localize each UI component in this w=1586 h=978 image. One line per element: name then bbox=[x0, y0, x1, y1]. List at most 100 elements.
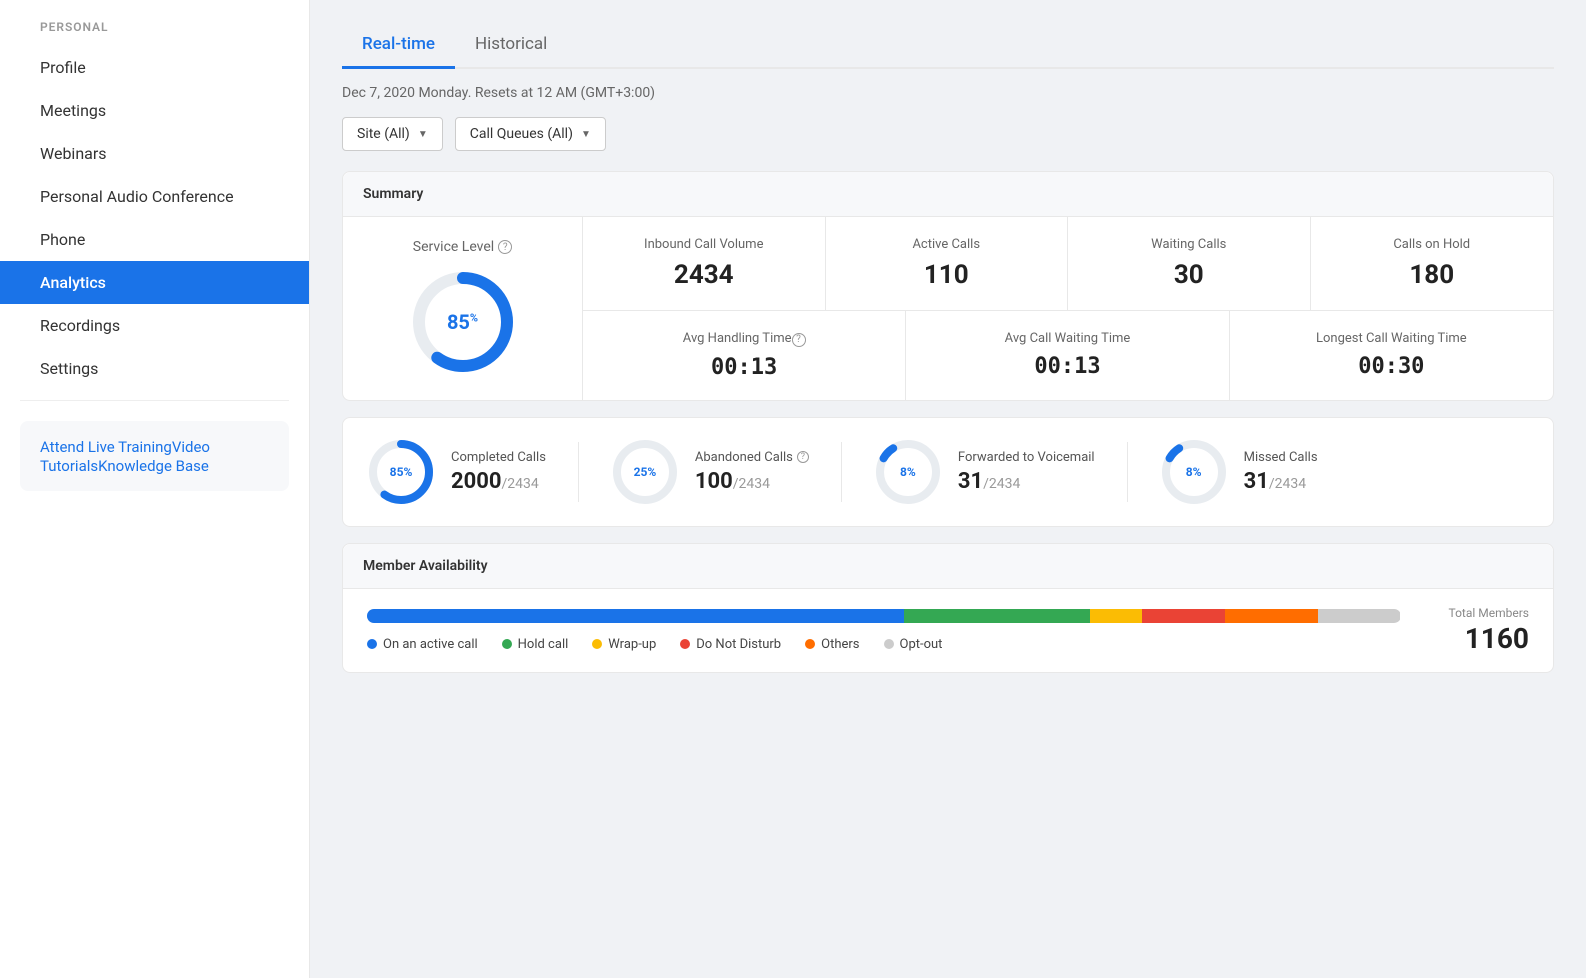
legend-label-do-not-disturb: Do Not Disturb bbox=[696, 637, 781, 652]
metric-donut-label-forwarded-to-voicemail: 8% bbox=[900, 465, 916, 479]
tab-historical[interactable]: Historical bbox=[455, 24, 567, 69]
total-members-value: 1160 bbox=[1449, 622, 1530, 655]
metric-item-completed-calls: 85% Completed Calls 2000/2434 bbox=[367, 438, 546, 506]
metric-value-abandoned-calls: 100/2434 bbox=[695, 469, 809, 494]
metric-title-forwarded-to-voicemail: Forwarded to Voicemail bbox=[958, 450, 1095, 465]
sidebar-section-label: PERSONAL bbox=[0, 20, 309, 46]
abandoned-calls-info-icon[interactable]: ? bbox=[797, 451, 809, 463]
metrics-card: 85% Completed Calls 2000/2434 25% Abando… bbox=[342, 417, 1554, 527]
stat-value-longest-call-waiting-time: 00:30 bbox=[1246, 354, 1537, 379]
sidebar-link-attend-live-training[interactable]: Attend Live Training bbox=[40, 438, 172, 456]
stat-inbound-call-volume: Inbound Call Volume 2434 bbox=[583, 217, 826, 310]
legend-label-others: Others bbox=[821, 637, 859, 652]
chevron-down-icon: ▼ bbox=[418, 129, 428, 140]
metric-total-abandoned-calls: /2434 bbox=[733, 476, 770, 492]
summary-top: Service Level ? 85% Inbound Call Volume … bbox=[343, 217, 1553, 400]
stat-value-avg-call-waiting-time: 00:13 bbox=[922, 354, 1212, 379]
bar-segment-opt-out bbox=[1318, 609, 1401, 623]
metric-divider-1 bbox=[578, 442, 579, 502]
metric-donut-completed-calls: 85% bbox=[367, 438, 435, 506]
service-level-text: Service Level bbox=[413, 239, 494, 255]
availability-title: Member Availability bbox=[343, 544, 1553, 589]
legend-label-opt-out: Opt-out bbox=[900, 637, 943, 652]
sidebar-item-settings[interactable]: Settings bbox=[0, 347, 309, 390]
availability-bar bbox=[367, 609, 1401, 623]
metric-divider-2 bbox=[841, 442, 842, 502]
legend-item-active-call: On an active call bbox=[367, 637, 478, 652]
sidebar-link-knowledge-base[interactable]: Knowledge Base bbox=[98, 457, 209, 475]
stat-value-calls-on-hold: 180 bbox=[1327, 260, 1538, 290]
metric-text-missed-calls: Missed Calls 31/2434 bbox=[1244, 450, 1318, 494]
filter-label-call-queues: Call Queues (All) bbox=[470, 126, 573, 142]
metric-donut-forwarded-to-voicemail: 8% bbox=[874, 438, 942, 506]
stat-value-active-calls: 110 bbox=[842, 260, 1052, 290]
sidebar-item-profile[interactable]: Profile bbox=[0, 46, 309, 89]
metric-title-completed-calls: Completed Calls bbox=[451, 450, 546, 465]
service-level-box: Service Level ? 85% bbox=[343, 217, 583, 400]
tabs: Real-timeHistorical bbox=[342, 24, 1554, 69]
availability-bar-wrap: On an active call Hold call Wrap-up Do N… bbox=[343, 589, 1425, 672]
metric-text-abandoned-calls: Abandoned Calls? 100/2434 bbox=[695, 450, 809, 494]
metric-value-missed-calls: 31/2434 bbox=[1244, 469, 1318, 494]
metric-title-abandoned-calls: Abandoned Calls? bbox=[695, 450, 809, 465]
sidebar-item-personal-audio-conference[interactable]: Personal Audio Conference bbox=[0, 175, 309, 218]
sidebar: PERSONAL ProfileMeetingsWebinarsPersonal… bbox=[0, 0, 310, 978]
sidebar-item-phone[interactable]: Phone bbox=[0, 218, 309, 261]
stat-value-waiting-calls: 30 bbox=[1084, 260, 1294, 290]
summary-title: Summary bbox=[343, 172, 1553, 217]
stat-avg-call-waiting-time: Avg Call Waiting Time 00:13 bbox=[906, 311, 1229, 400]
stat-label-waiting-calls: Waiting Calls bbox=[1084, 237, 1294, 252]
metric-divider-3 bbox=[1127, 442, 1128, 502]
metric-donut-label-missed-calls: 8% bbox=[1186, 465, 1202, 479]
main-content: Real-timeHistorical Dec 7, 2020 Monday. … bbox=[310, 0, 1586, 978]
stat-value-avg-handling-time: 00:13 bbox=[599, 355, 889, 380]
legend-item-do-not-disturb: Do Not Disturb bbox=[680, 637, 781, 652]
sidebar-item-meetings[interactable]: Meetings bbox=[0, 89, 309, 132]
legend-item-hold-call: Hold call bbox=[502, 637, 569, 652]
service-level-label: Service Level ? bbox=[413, 239, 512, 255]
metric-donut-missed-calls: 8% bbox=[1160, 438, 1228, 506]
metric-donut-label-abandoned-calls: 25% bbox=[634, 465, 657, 479]
stat-value-inbound-call-volume: 2434 bbox=[599, 260, 809, 290]
stat-label-calls-on-hold: Calls on Hold bbox=[1327, 237, 1538, 252]
filter-site[interactable]: Site (All) ▼ bbox=[342, 117, 443, 151]
service-level-info-icon[interactable]: ? bbox=[498, 240, 512, 254]
avg-handling-time-info-icon[interactable]: ? bbox=[792, 333, 806, 347]
metric-item-forwarded-to-voicemail: 8% Forwarded to Voicemail 31/2434 bbox=[874, 438, 1095, 506]
availability-card: Member Availability On an active call Ho… bbox=[342, 543, 1554, 673]
stat-avg-handling-time: Avg Handling Time? 00:13 bbox=[583, 311, 906, 400]
bar-segment-do-not-disturb bbox=[1142, 609, 1225, 623]
metric-value-completed-calls: 2000/2434 bbox=[451, 469, 546, 494]
summary-right: Inbound Call Volume 2434Active Calls 110… bbox=[583, 217, 1553, 400]
legend-dot-opt-out bbox=[884, 639, 894, 649]
stat-longest-call-waiting-time: Longest Call Waiting Time 00:30 bbox=[1230, 311, 1553, 400]
stat-label-longest-call-waiting-time: Longest Call Waiting Time bbox=[1246, 331, 1537, 346]
service-level-value: 85% bbox=[447, 310, 478, 334]
metric-total-forwarded-to-voicemail: /2434 bbox=[983, 476, 1020, 492]
availability-total: Total Members 1160 bbox=[1425, 590, 1554, 671]
tab-realtime[interactable]: Real-time bbox=[342, 24, 455, 69]
stat-calls-on-hold: Calls on Hold 180 bbox=[1311, 217, 1554, 310]
sidebar-links-box: Attend Live TrainingVideo TutorialsKnowl… bbox=[20, 421, 289, 491]
legend-label-hold-call: Hold call bbox=[518, 637, 569, 652]
sidebar-item-webinars[interactable]: Webinars bbox=[0, 132, 309, 175]
legend-label-wrap-up: Wrap-up bbox=[608, 637, 656, 652]
legend-item-others: Others bbox=[805, 637, 859, 652]
service-level-donut: 85% bbox=[408, 267, 518, 377]
legend-dot-wrap-up bbox=[592, 639, 602, 649]
sidebar-item-recordings[interactable]: Recordings bbox=[0, 304, 309, 347]
sidebar-item-analytics[interactable]: Analytics bbox=[0, 261, 309, 304]
filter-label-site: Site (All) bbox=[357, 126, 410, 142]
legend-dot-do-not-disturb bbox=[680, 639, 690, 649]
metric-item-missed-calls: 8% Missed Calls 31/2434 bbox=[1160, 438, 1318, 506]
legend-item-opt-out: Opt-out bbox=[884, 637, 943, 652]
legend-label-active-call: On an active call bbox=[383, 637, 478, 652]
metrics-row: 85% Completed Calls 2000/2434 25% Abando… bbox=[343, 418, 1553, 526]
legend-dot-others bbox=[805, 639, 815, 649]
metric-donut-abandoned-calls: 25% bbox=[611, 438, 679, 506]
metric-total-missed-calls: /2434 bbox=[1269, 476, 1306, 492]
filter-call-queues[interactable]: Call Queues (All)▼ bbox=[455, 117, 606, 151]
sidebar-divider bbox=[20, 400, 289, 401]
legend-dot-hold-call bbox=[502, 639, 512, 649]
bar-segment-hold-call bbox=[904, 609, 1090, 623]
